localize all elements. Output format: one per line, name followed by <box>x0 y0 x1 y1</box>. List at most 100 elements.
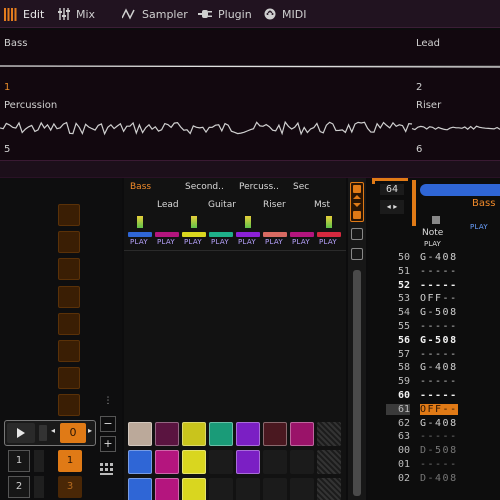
tab-plugin[interactable]: Plugin <box>198 0 252 28</box>
clip-cell[interactable] <box>317 422 341 446</box>
clip-cell[interactable] <box>155 450 179 474</box>
vertical-scrollbar[interactable] <box>348 178 366 500</box>
track-name-riser[interactable]: Riser <box>263 200 286 210</box>
clip-cell[interactable] <box>290 450 314 474</box>
launcher-slot[interactable] <box>58 313 80 335</box>
length-stepper[interactable]: ◂ ▸ <box>380 200 404 214</box>
clip-cell[interactable] <box>182 422 206 446</box>
launcher-slot[interactable] <box>58 231 80 253</box>
track-play-label[interactable]: PLAY <box>130 238 148 246</box>
clip-cell[interactable] <box>209 478 233 500</box>
reorder-icon[interactable]: ⋮ <box>100 396 116 410</box>
launcher-slot[interactable] <box>58 367 80 389</box>
play-button[interactable] <box>7 423 35 443</box>
track-play-label[interactable]: PLAY <box>265 238 283 246</box>
note-cell[interactable]: D-408 <box>420 473 458 484</box>
track-color-bar[interactable] <box>236 232 260 237</box>
table-row[interactable]: 52 ----- <box>368 280 500 293</box>
table-row[interactable]: 60 ----- <box>368 390 500 403</box>
launcher-slot[interactable] <box>58 286 80 308</box>
clip-cell[interactable] <box>317 450 341 474</box>
track-name-lead[interactable]: Lead <box>157 200 179 210</box>
table-row[interactable]: 55 ----- <box>368 321 500 334</box>
launcher-slot[interactable] <box>58 258 80 280</box>
chevron-left-icon[interactable]: ◂ <box>51 426 55 435</box>
clip-cell[interactable] <box>263 422 287 446</box>
track-name-second[interactable]: Second.. <box>185 182 224 192</box>
minus-button[interactable]: − <box>100 416 116 432</box>
note-cell[interactable]: G-408 <box>420 418 458 429</box>
clip-cell[interactable] <box>236 478 260 500</box>
keyboard-icon[interactable] <box>100 460 116 475</box>
table-row[interactable]: 50 G-408 <box>368 252 500 265</box>
table-row[interactable]: 56 G-508 <box>368 335 500 348</box>
table-row[interactable]: 54 G-508 <box>368 307 500 320</box>
track-name-percussion[interactable]: Percuss.. <box>239 182 279 192</box>
table-row[interactable]: 51 ----- <box>368 266 500 279</box>
note-cell[interactable]: G-408 <box>420 252 458 263</box>
view-toggle-group[interactable] <box>350 182 364 222</box>
note-cell[interactable]: ----- <box>420 376 458 387</box>
pattern-play[interactable]: PLAY <box>470 214 488 233</box>
launcher-slot[interactable] <box>58 204 80 226</box>
clip-cell[interactable] <box>290 422 314 446</box>
table-row[interactable]: 57 ----- <box>368 349 500 362</box>
square-toggle[interactable] <box>351 228 363 240</box>
clip-cell[interactable] <box>182 478 206 500</box>
track-play-label[interactable]: PLAY <box>157 238 175 246</box>
chevron-right-icon[interactable]: ▸ <box>88 426 92 435</box>
track-color-bar[interactable] <box>182 232 206 237</box>
column-toggle-icon[interactable] <box>432 216 440 224</box>
clip-cell[interactable] <box>209 450 233 474</box>
table-row[interactable]: 53 OFF-- <box>368 293 500 306</box>
launcher-row-value[interactable]: 1 <box>58 450 82 472</box>
clip-cell[interactable] <box>155 422 179 446</box>
track-name-guitar[interactable]: Guitar <box>208 200 236 210</box>
table-row[interactable]: 02 D-408 <box>368 473 500 486</box>
launcher-slot[interactable] <box>58 340 80 362</box>
clip-cell[interactable] <box>128 478 152 500</box>
note-cell[interactable]: OFF-- <box>420 293 458 304</box>
track-name-bass[interactable]: Bass <box>130 182 151 192</box>
clip-cell[interactable] <box>155 478 179 500</box>
tab-mix[interactable]: Mix <box>58 0 95 28</box>
track-name-mst[interactable]: Mst <box>314 200 330 210</box>
table-row[interactable]: 00 D-508 <box>368 445 500 458</box>
table-row[interactable]: 62 G-408 <box>368 418 500 431</box>
track-play-label[interactable]: PLAY <box>238 238 256 246</box>
note-cell[interactable]: G-508 <box>420 335 458 346</box>
note-cell[interactable]: ----- <box>420 459 458 470</box>
clip-cell[interactable] <box>236 450 260 474</box>
clip-cell[interactable] <box>182 450 206 474</box>
track-play-label[interactable]: PLAY <box>319 238 337 246</box>
plus-button[interactable]: + <box>100 436 116 452</box>
launcher-row-value[interactable]: 3 <box>58 476 82 498</box>
track-name-sec[interactable]: Sec <box>293 182 309 192</box>
pattern-track-name[interactable]: Bass <box>472 198 495 209</box>
clip-cell[interactable] <box>317 478 341 500</box>
note-cell[interactable]: D-508 <box>420 445 458 456</box>
clip-cell[interactable] <box>128 450 152 474</box>
launcher-row-number[interactable]: 1 <box>8 450 30 472</box>
table-row[interactable]: 63 ----- <box>368 431 500 444</box>
track-color-bar[interactable] <box>209 232 233 237</box>
track-play-label[interactable]: PLAY <box>292 238 310 246</box>
track-play-label[interactable]: PLAY <box>184 238 202 246</box>
track-play-label[interactable]: PLAY <box>211 238 229 246</box>
note-cell[interactable]: ----- <box>420 349 458 360</box>
clip-cell[interactable] <box>263 450 287 474</box>
clip-cell[interactable] <box>263 478 287 500</box>
note-cell[interactable]: OFF-- <box>420 403 458 415</box>
tab-sampler[interactable]: Sampler <box>122 0 188 28</box>
note-cell[interactable]: ----- <box>420 431 458 442</box>
note-cell[interactable]: ----- <box>420 390 458 401</box>
track-color-bar[interactable] <box>290 232 314 237</box>
note-cell[interactable]: ----- <box>420 321 458 332</box>
table-row[interactable]: 58 G-408 <box>368 362 500 375</box>
scroll-thumb[interactable] <box>353 270 361 496</box>
note-cell[interactable]: ----- <box>420 266 458 277</box>
clip-cell[interactable] <box>209 422 233 446</box>
track-color-bar[interactable] <box>128 232 152 237</box>
pattern-length[interactable]: 64 <box>380 184 404 195</box>
clip-cell[interactable] <box>290 478 314 500</box>
